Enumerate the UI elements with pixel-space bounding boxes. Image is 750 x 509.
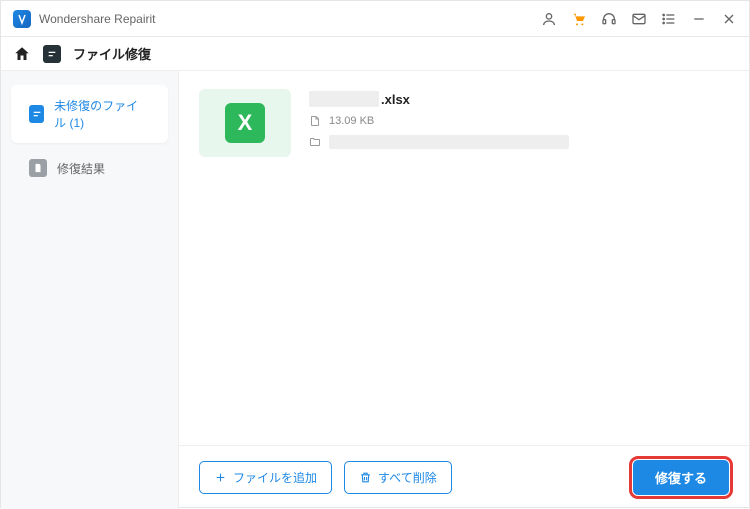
add-file-label: ファイルを追加 [233, 469, 317, 486]
plus-icon [214, 471, 227, 484]
content: X .xlsx 13.09 KB [179, 71, 749, 509]
main: 未修復のファイル (1) 修復結果 X .xlsx [1, 71, 749, 509]
cart-icon[interactable] [571, 11, 587, 27]
clear-all-button[interactable]: すべて削除 [344, 461, 452, 494]
repair-label: 修復する [655, 471, 707, 486]
titlebar-right [541, 11, 737, 27]
titlebar-left: Wondershare Repairit [13, 10, 156, 28]
user-icon[interactable] [541, 11, 557, 27]
close-icon[interactable] [721, 11, 737, 27]
breadcrumb-bar: ファイル修復 [1, 37, 749, 71]
redacted-filepath [329, 135, 569, 149]
app-logo [13, 10, 31, 28]
clear-all-label: すべて削除 [378, 469, 437, 486]
file-thumbnail: X [199, 89, 291, 157]
sidebar-item-label: 未修復のファイル (1) [54, 97, 150, 131]
list-icon [29, 105, 44, 123]
folder-icon [309, 136, 321, 148]
file-meta: .xlsx 13.09 KB [309, 89, 729, 149]
breadcrumb-label: ファイル修復 [73, 44, 151, 63]
excel-icon: X [225, 103, 265, 143]
footer-left: ファイルを追加 すべて削除 [199, 461, 452, 494]
redacted-filename [309, 91, 379, 107]
file-row[interactable]: X .xlsx 13.09 KB [199, 89, 729, 157]
sidebar-item-unrepaired[interactable]: 未修復のファイル (1) [11, 85, 168, 143]
sidebar-item-results[interactable]: 修復結果 [11, 147, 168, 189]
mail-icon[interactable] [631, 11, 647, 27]
sidebar: 未修復のファイル (1) 修復結果 [1, 71, 179, 509]
add-file-button[interactable]: ファイルを追加 [199, 461, 332, 494]
document-icon [29, 159, 47, 177]
file-name: .xlsx [309, 91, 729, 107]
minimize-icon[interactable] [691, 11, 707, 27]
file-ext: .xlsx [381, 92, 410, 107]
file-size-line: 13.09 KB [309, 115, 729, 127]
sidebar-item-label: 修復結果 [57, 160, 105, 177]
headset-icon[interactable] [601, 11, 617, 27]
repair-button[interactable]: 修復する [633, 460, 729, 495]
app-title: Wondershare Repairit [39, 12, 156, 26]
file-size: 13.09 KB [329, 115, 374, 127]
file-path-line [309, 135, 729, 149]
trash-icon [359, 471, 372, 484]
file-icon [309, 115, 321, 127]
footer: ファイルを追加 すべて削除 修復する [179, 445, 749, 509]
home-icon[interactable] [13, 45, 31, 63]
file-list: X .xlsx 13.09 KB [179, 71, 749, 445]
file-repair-icon [43, 45, 61, 63]
titlebar: Wondershare Repairit [1, 1, 749, 37]
menu-icon[interactable] [661, 11, 677, 27]
